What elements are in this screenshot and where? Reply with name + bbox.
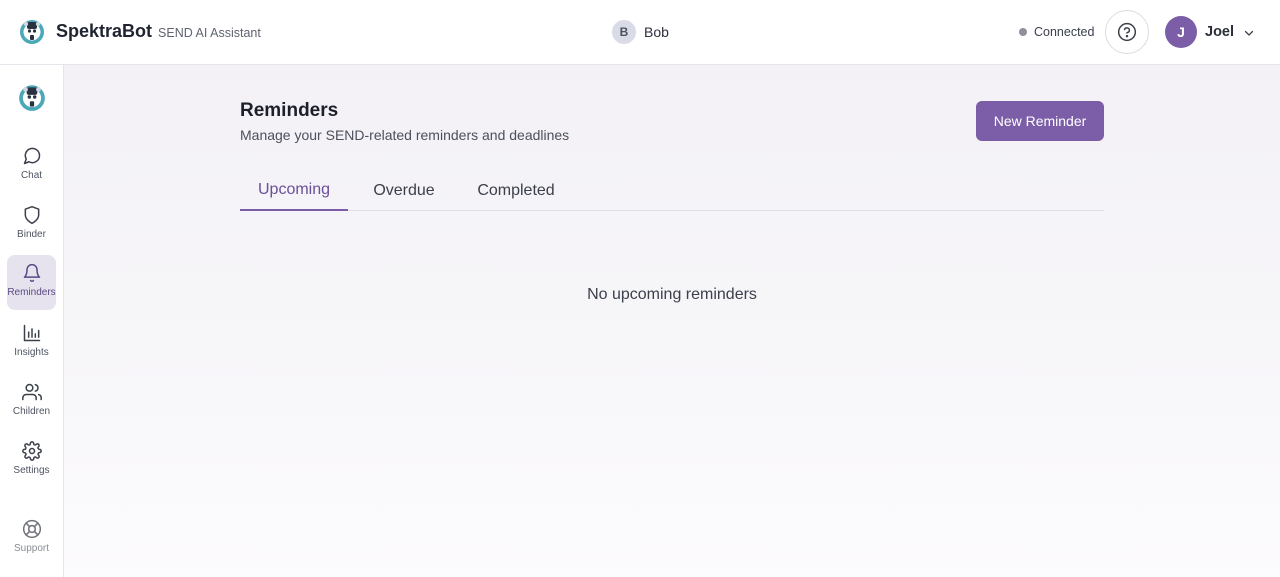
tab-upcoming[interactable]: Upcoming [240, 170, 348, 211]
sidebar-item-label: Settings [13, 465, 50, 476]
sidebar-item-support[interactable]: Support [7, 511, 56, 566]
page-subtitle: Manage your SEND-related reminders and d… [240, 127, 570, 143]
new-reminder-button[interactable]: New Reminder [976, 101, 1104, 141]
reminder-tabs: Upcoming Overdue Completed [240, 170, 1104, 211]
user-avatar: J [1165, 16, 1197, 48]
status-text: Connected [1034, 25, 1095, 39]
page-title: Reminders [240, 100, 339, 121]
lifebuoy-icon [22, 519, 41, 539]
users-icon [21, 383, 42, 401]
sidebar-item-children[interactable]: Children [7, 374, 56, 429]
sidebar-item-reminders[interactable]: Reminders [7, 255, 56, 310]
gear-icon [21, 441, 42, 461]
help-button[interactable] [1105, 10, 1149, 54]
user-menu[interactable]: J Joel [1165, 16, 1255, 48]
brand-name: SpektraBot [56, 20, 153, 41]
sidebar-item-label: Children [12, 406, 51, 417]
chat-icon [23, 147, 40, 165]
shield-icon [24, 205, 39, 225]
sidebar-item-label: Insights [14, 347, 49, 358]
brand-subtitle: SEND AI Assistant [158, 25, 261, 40]
child-name: Bob [644, 24, 669, 40]
sidebar: Chat Binder Reminders Insights Children … [0, 65, 64, 577]
main-content: Reminders Manage your SEND-related remin… [64, 65, 1280, 577]
child-avatar: B [612, 20, 636, 44]
child-switcher[interactable]: B Bob [612, 20, 669, 44]
connection-status: Connected [1019, 25, 1094, 39]
tab-completed[interactable]: Completed [462, 170, 570, 211]
help-icon [1117, 22, 1137, 42]
sidebar-item-label: Reminders [7, 287, 56, 298]
sidebar-item-label: Binder [17, 229, 46, 240]
tab-overdue[interactable]: Overdue [360, 170, 448, 211]
sidebar-item-chat[interactable]: Chat [7, 138, 56, 193]
user-name: Joel [1205, 24, 1235, 40]
sidebar-item-insights[interactable]: Insights [7, 315, 56, 370]
sidebar-item-label: Chat [20, 170, 43, 181]
brand[interactable]: SpektraBot SEND AI Assistant [18, 17, 261, 45]
sidebar-item-binder[interactable]: Binder [7, 197, 56, 252]
bell-icon [23, 263, 40, 283]
bar-chart-icon [23, 324, 40, 342]
spektrabot-logo [20, 20, 44, 44]
sidebar-logo[interactable] [17, 82, 47, 112]
sidebar-item-label: Support [13, 543, 50, 554]
empty-state-text: No upcoming reminders [587, 286, 757, 303]
status-dot-icon [1019, 28, 1027, 36]
top-header: SpektraBot SEND AI Assistant B Bob Conne… [0, 0, 1280, 65]
chevron-down-icon [1244, 30, 1254, 36]
sidebar-item-settings[interactable]: Settings [7, 433, 56, 488]
